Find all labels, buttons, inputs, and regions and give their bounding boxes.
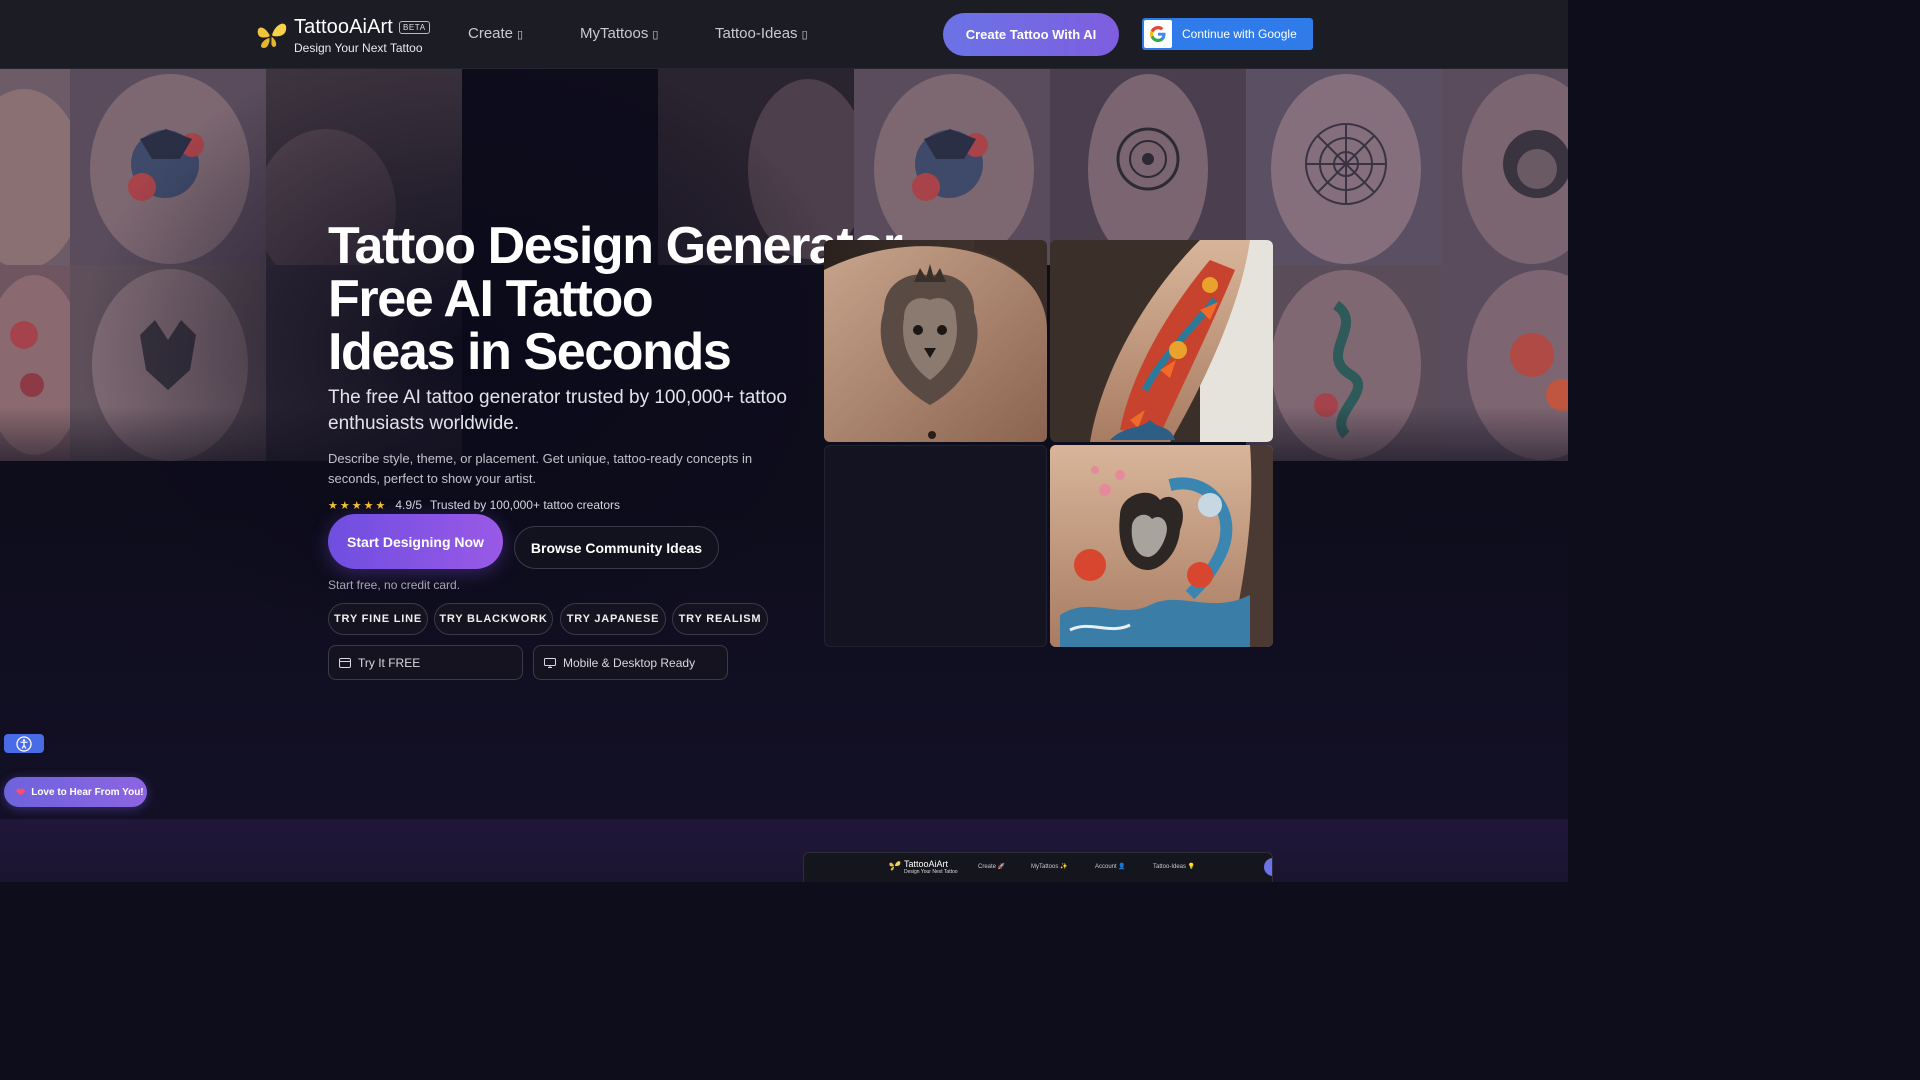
no-credit-card-note: Start free, no credit card. <box>328 578 461 592</box>
chevron-down-icon: ▯ <box>517 29 524 41</box>
lion-chest-tattoo-image <box>824 240 1047 442</box>
heart-icon: ❤ <box>16 786 26 799</box>
google-icon <box>1144 20 1172 48</box>
try-blackwork-chip[interactable]: TRY BLACKWORK <box>434 603 553 635</box>
beta-badge: BETA <box>398 21 430 34</box>
preview-nav-item: Tattoo-Ideas 💡 <box>1153 864 1196 870</box>
try-it-free-label: Try It FREE <box>358 655 421 670</box>
monitor-icon <box>544 657 556 668</box>
empty-gallery-slot <box>824 445 1047 647</box>
chevron-down-icon: ▯ <box>801 29 808 41</box>
preview-brand-name: TattooAiArt <box>904 859 949 869</box>
browse-community-ideas-button[interactable]: Browse Community Ideas <box>514 526 719 569</box>
star-rating-icon: ★★★★★ <box>328 499 388 512</box>
nav-tattoo-ideas-label: Tattoo-Ideas <box>715 25 798 42</box>
hero-dark-overlay <box>0 69 1568 819</box>
nav-create-label: Create <box>468 25 514 42</box>
try-it-free-badge: Try It FREE <box>328 645 523 680</box>
nav-mytattoos[interactable]: MyTattoos ▯ <box>580 25 658 42</box>
app-preview-screenshot: TattooAiArt Design Your Next Tattoo Crea… <box>803 852 1273 882</box>
top-nav-bar: TattooAiArt BETA Design Your Next Tattoo… <box>0 0 1568 69</box>
start-designing-button[interactable]: Start Designing Now <box>328 514 503 569</box>
accessibility-icon <box>16 735 32 752</box>
brand-logo[interactable]: TattooAiArt BETA Design Your Next Tattoo <box>254 16 430 55</box>
hero-subtitle: The free AI tattoo generator trusted by … <box>328 387 787 434</box>
samurai-dragon-neck-tattoo-image <box>1050 445 1273 647</box>
hero-description: Describe style, theme, or placement. Get… <box>328 451 753 486</box>
card-icon <box>339 657 351 668</box>
mobile-desktop-label: Mobile & Desktop Ready <box>563 655 696 670</box>
nav-tattoo-ideas[interactable]: Tattoo-Ideas ▯ <box>715 25 808 42</box>
butterfly-logo-icon <box>889 861 901 871</box>
rating-score: 4.9/5 <box>395 498 423 512</box>
brand-tagline: Design Your Next Tattoo <box>294 41 423 55</box>
feedback-label: Love to Hear From You! <box>31 786 144 798</box>
trusted-text: Trusted by 100,000+ tattoo creators <box>430 498 621 512</box>
continue-with-google-button[interactable]: Continue with Google <box>1142 18 1313 50</box>
create-tattoo-with-ai-button[interactable]: Create Tattoo With AI <box>943 13 1119 56</box>
feedback-button[interactable]: ❤ Love to Hear From You! <box>4 777 147 807</box>
rating-row: ★★★★★ 4.9/5 Trusted by 100,000+ tattoo c… <box>328 498 620 512</box>
try-fine-line-chip[interactable]: TRY FINE LINE <box>328 603 428 635</box>
try-realism-chip[interactable]: TRY REALISM <box>672 603 768 635</box>
preview-nav-item: Account 👤 <box>1095 864 1126 870</box>
dragon-forearm-tattoo-image <box>1050 240 1273 442</box>
preview-tagline: Design Your Next Tattoo <box>904 869 958 875</box>
accessibility-button[interactable] <box>4 734 44 753</box>
hero-background-collage <box>0 69 1568 819</box>
preview-nav-item: MyTattoos ✨ <box>1031 864 1068 870</box>
preview-nav-item: Create 🚀 <box>978 864 1006 870</box>
nav-mytattoos-label: MyTattoos <box>580 25 649 42</box>
chevron-down-icon: ▯ <box>652 29 659 41</box>
mobile-desktop-badge: Mobile & Desktop Ready <box>533 645 728 680</box>
nav-create[interactable]: Create ▯ <box>468 25 523 42</box>
brand-name: TattooAiArt <box>294 16 393 38</box>
try-japanese-chip[interactable]: TRY JAPANESE <box>560 603 666 635</box>
butterfly-logo-icon <box>257 23 287 48</box>
google-button-label: Continue with Google <box>1182 27 1297 41</box>
section-divider-band <box>0 819 1568 882</box>
preview-cta-dot <box>1264 858 1272 876</box>
preview-logo: TattooAiArt Design Your Next Tattoo <box>888 859 958 875</box>
